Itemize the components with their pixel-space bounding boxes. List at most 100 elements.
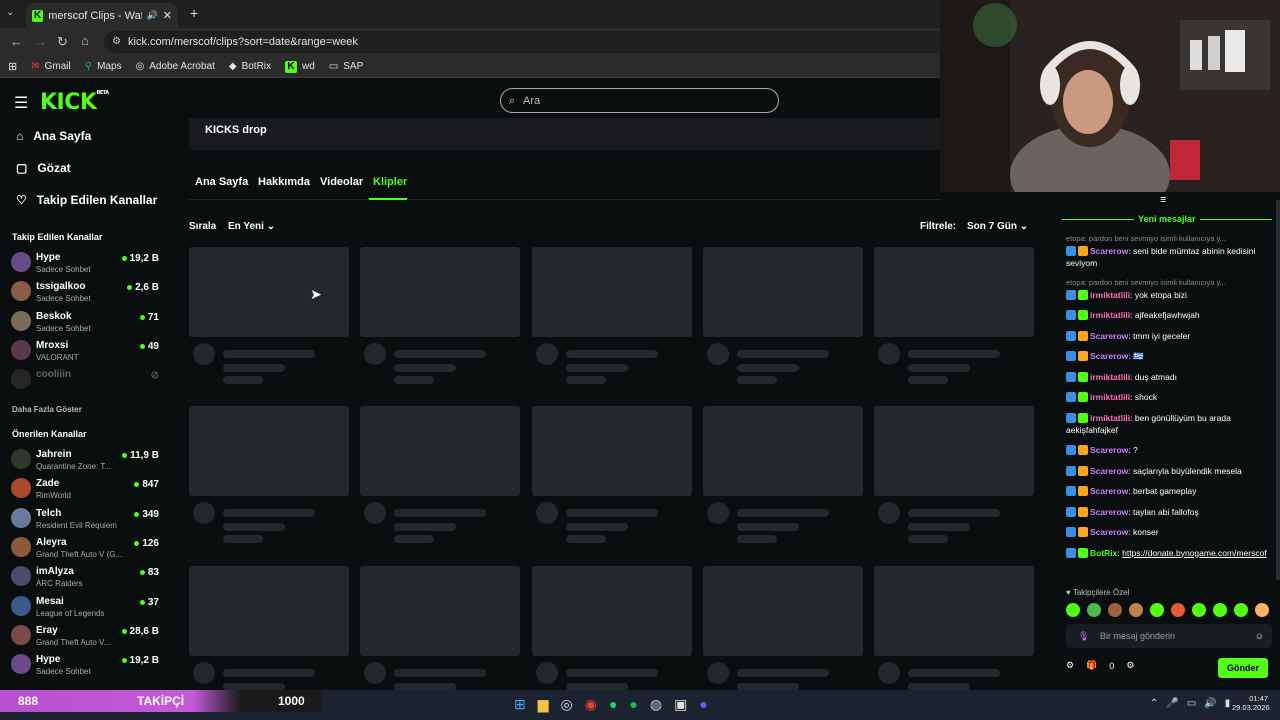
channel-item[interactable]: Zade RimWorld 847 xyxy=(0,475,170,504)
chat-message[interactable]: Scarerow: taylan abi fallofoş xyxy=(1066,506,1272,518)
bookmark-adobe-acrobat[interactable]: ◎ Adobe Acrobat xyxy=(136,61,215,72)
new-tab-button[interactable]: + xyxy=(190,5,198,21)
channel-item[interactable]: cooliiin ⊘ xyxy=(0,366,170,395)
chrome-icon[interactable]: ◉ xyxy=(585,696,597,713)
sidebar-nav-following[interactable]: ♡ Takip Edilen Kanallar xyxy=(0,188,176,212)
chat-username[interactable]: irmiktatlili xyxy=(1090,413,1130,423)
chat-message[interactable]: irmiktatlili: shock xyxy=(1066,391,1272,403)
emote-icon[interactable] xyxy=(1087,603,1101,617)
chat-message[interactable]: irmiktatlili: ben gönüllüyüm bu arada ae… xyxy=(1066,412,1272,436)
clip-thumbnail-placeholder[interactable] xyxy=(189,566,349,656)
emote-icon[interactable] xyxy=(1255,603,1269,617)
volume-icon[interactable]: 🔊 xyxy=(1204,698,1216,709)
chat-username[interactable]: Scarerow xyxy=(1090,466,1128,476)
home-icon[interactable]: ⌂ xyxy=(81,33,89,48)
chat-username[interactable]: Scarerow xyxy=(1090,331,1128,341)
chevron-up-icon[interactable]: ⌃ xyxy=(1150,698,1158,709)
channel-item[interactable]: imAlyza ARC Raiders 83 xyxy=(0,563,170,592)
chat-message[interactable]: Scarerow: tmm iyi geceler xyxy=(1066,330,1272,342)
epic-games-icon[interactable]: ▣ xyxy=(674,696,687,713)
filter-dropdown[interactable]: Son 7 Gün ⌄ xyxy=(967,221,1028,232)
sidebar-nav-browse[interactable]: ▢ Gözat xyxy=(0,156,176,180)
chat-username[interactable]: Scarerow xyxy=(1090,486,1128,496)
channel-item[interactable]: Hype Sadece Sohbet 19,2 B xyxy=(0,651,170,680)
tab-about[interactable]: Hakkımda xyxy=(258,176,310,188)
clip-thumbnail-placeholder[interactable] xyxy=(703,247,863,337)
tab-home[interactable]: Ana Sayfa xyxy=(195,176,248,188)
address-bar[interactable]: ⚙ kick.com/merscof/clips?sort=date&range… xyxy=(104,31,940,53)
windows-start-icon[interactable]: ⊞ xyxy=(514,696,526,713)
whatsapp-icon[interactable]: ● xyxy=(609,696,617,713)
channel-item[interactable]: Eray Grand Theft Auto V... 28,6 B xyxy=(0,622,170,651)
tab-search-icon[interactable]: ⌄ xyxy=(6,7,14,18)
clip-thumbnail-placeholder[interactable] xyxy=(360,247,520,337)
chat-username[interactable]: Scarerow xyxy=(1090,246,1128,256)
emote-icon[interactable] xyxy=(1066,603,1080,617)
spotify-icon[interactable]: ● xyxy=(629,696,637,713)
steam-icon[interactable]: ◍ xyxy=(650,696,662,713)
chat-username[interactable]: Scarerow xyxy=(1090,445,1128,455)
send-button[interactable]: Gönder xyxy=(1218,658,1268,678)
channel-item[interactable]: Mroxsi VALORANT 49 xyxy=(0,337,170,366)
site-info-icon[interactable]: ⚙ xyxy=(112,31,121,53)
tab-clips[interactable]: Klipler xyxy=(373,176,407,188)
reload-icon[interactable]: ↻ xyxy=(57,34,68,50)
chat-username[interactable]: Scarerow xyxy=(1090,527,1128,537)
clip-thumbnail-placeholder[interactable] xyxy=(189,406,349,496)
collapse-chat-icon[interactable]: ≡ xyxy=(1160,194,1166,206)
chat-message[interactable]: BotRix: https://donate.bynogame.com/mers… xyxy=(1066,547,1272,559)
emote-icon[interactable] xyxy=(1129,603,1143,617)
network-icon[interactable]: ▭ xyxy=(1187,698,1196,709)
reply-preview[interactable]: etopa: pardon beni sevmiyo isimli kullan… xyxy=(1066,278,1266,287)
chat-username[interactable]: irmiktatlili xyxy=(1090,310,1130,320)
clip-thumbnail-placeholder[interactable] xyxy=(532,566,692,656)
reply-preview[interactable]: etopa: pardon beni sevmiyo isimli kullan… xyxy=(1066,234,1266,243)
chat-message[interactable]: irmiktatlili: ajfeakefjawhwjah xyxy=(1066,309,1272,321)
chat-username[interactable]: irmiktatlili xyxy=(1090,372,1130,382)
app-icon[interactable]: ◎ xyxy=(561,696,573,713)
emote-icon[interactable] xyxy=(1171,603,1185,617)
clip-thumbnail-placeholder[interactable] xyxy=(360,406,520,496)
kicks-drop-banner[interactable]: KICKS drop xyxy=(189,118,940,150)
bookmark-maps[interactable]: ⚲ Maps xyxy=(85,61,122,72)
clip-thumbnail-placeholder[interactable] xyxy=(874,566,1034,656)
clip-thumbnail-placeholder[interactable] xyxy=(189,247,349,337)
emoji-icon[interactable]: ☺ xyxy=(1255,624,1264,648)
clip-thumbnail-placeholder[interactable] xyxy=(874,247,1034,337)
emote-icon[interactable] xyxy=(1213,603,1227,617)
chat-input[interactable]: 🎙 Bir mesaj gönderin ☺ xyxy=(1066,624,1272,648)
chat-username[interactable]: irmiktatlili xyxy=(1090,392,1130,402)
microphone-tray-icon[interactable]: 🎤 xyxy=(1166,698,1178,709)
apps-grid-icon[interactable]: ⊞ xyxy=(8,60,17,73)
battery-icon[interactable]: ▮ xyxy=(1225,698,1231,709)
show-more-link[interactable]: Daha Fazla Göster xyxy=(12,405,82,414)
chat-message[interactable]: Scarerow: saçlarıyla büyülendik mesela xyxy=(1066,465,1272,477)
clip-thumbnail-placeholder[interactable] xyxy=(874,406,1034,496)
chat-username[interactable]: Scarerow xyxy=(1090,507,1128,517)
microphone-icon[interactable]: 🎙 xyxy=(1078,624,1089,648)
chat-username[interactable]: irmiktatlili xyxy=(1090,290,1130,300)
chat-username[interactable]: Scarerow xyxy=(1090,351,1128,361)
sidebar-nav-home[interactable]: ⌂ Ana Sayfa xyxy=(0,124,176,148)
back-icon[interactable]: ← xyxy=(10,34,23,49)
bookmark-botrix[interactable]: ◆ BotRix xyxy=(229,61,271,72)
gift-icon[interactable]: 🎁 xyxy=(1086,660,1097,671)
discord-icon[interactable]: ● xyxy=(699,696,707,713)
channel-item[interactable]: tssigalkoo Sadece Sohbet 2,6 B xyxy=(0,278,170,307)
clip-thumbnail-placeholder[interactable] xyxy=(532,247,692,337)
emote-icon[interactable] xyxy=(1234,603,1248,617)
channel-item[interactable]: Hype Sadece Sohbet 19,2 B xyxy=(0,249,170,278)
sort-dropdown[interactable]: En Yeni ⌄ xyxy=(228,221,275,232)
chat-message[interactable]: Scarerow: konser xyxy=(1066,526,1272,538)
chat-message[interactable]: Scarerow: ? xyxy=(1066,444,1272,456)
channel-item[interactable]: Jahrein Quarantine Zone: T... 11,9 B xyxy=(0,446,170,475)
chat-message[interactable]: Scarerow: 🇬🇷 xyxy=(1066,350,1272,362)
settings-small-icon[interactable]: ⚙ xyxy=(1066,660,1074,671)
tab-videos[interactable]: Videolar xyxy=(320,176,363,188)
forward-icon[interactable]: → xyxy=(34,34,47,49)
emote-icon[interactable] xyxy=(1150,603,1164,617)
browser-tab[interactable]: K merscof Clips - Watch Live 🔊 ✕ xyxy=(26,3,178,28)
bookmark-sap[interactable]: ▭ SAP xyxy=(329,61,363,72)
clip-thumbnail-placeholder[interactable] xyxy=(532,406,692,496)
kick-logo[interactable]: KICKBETA xyxy=(40,90,109,115)
